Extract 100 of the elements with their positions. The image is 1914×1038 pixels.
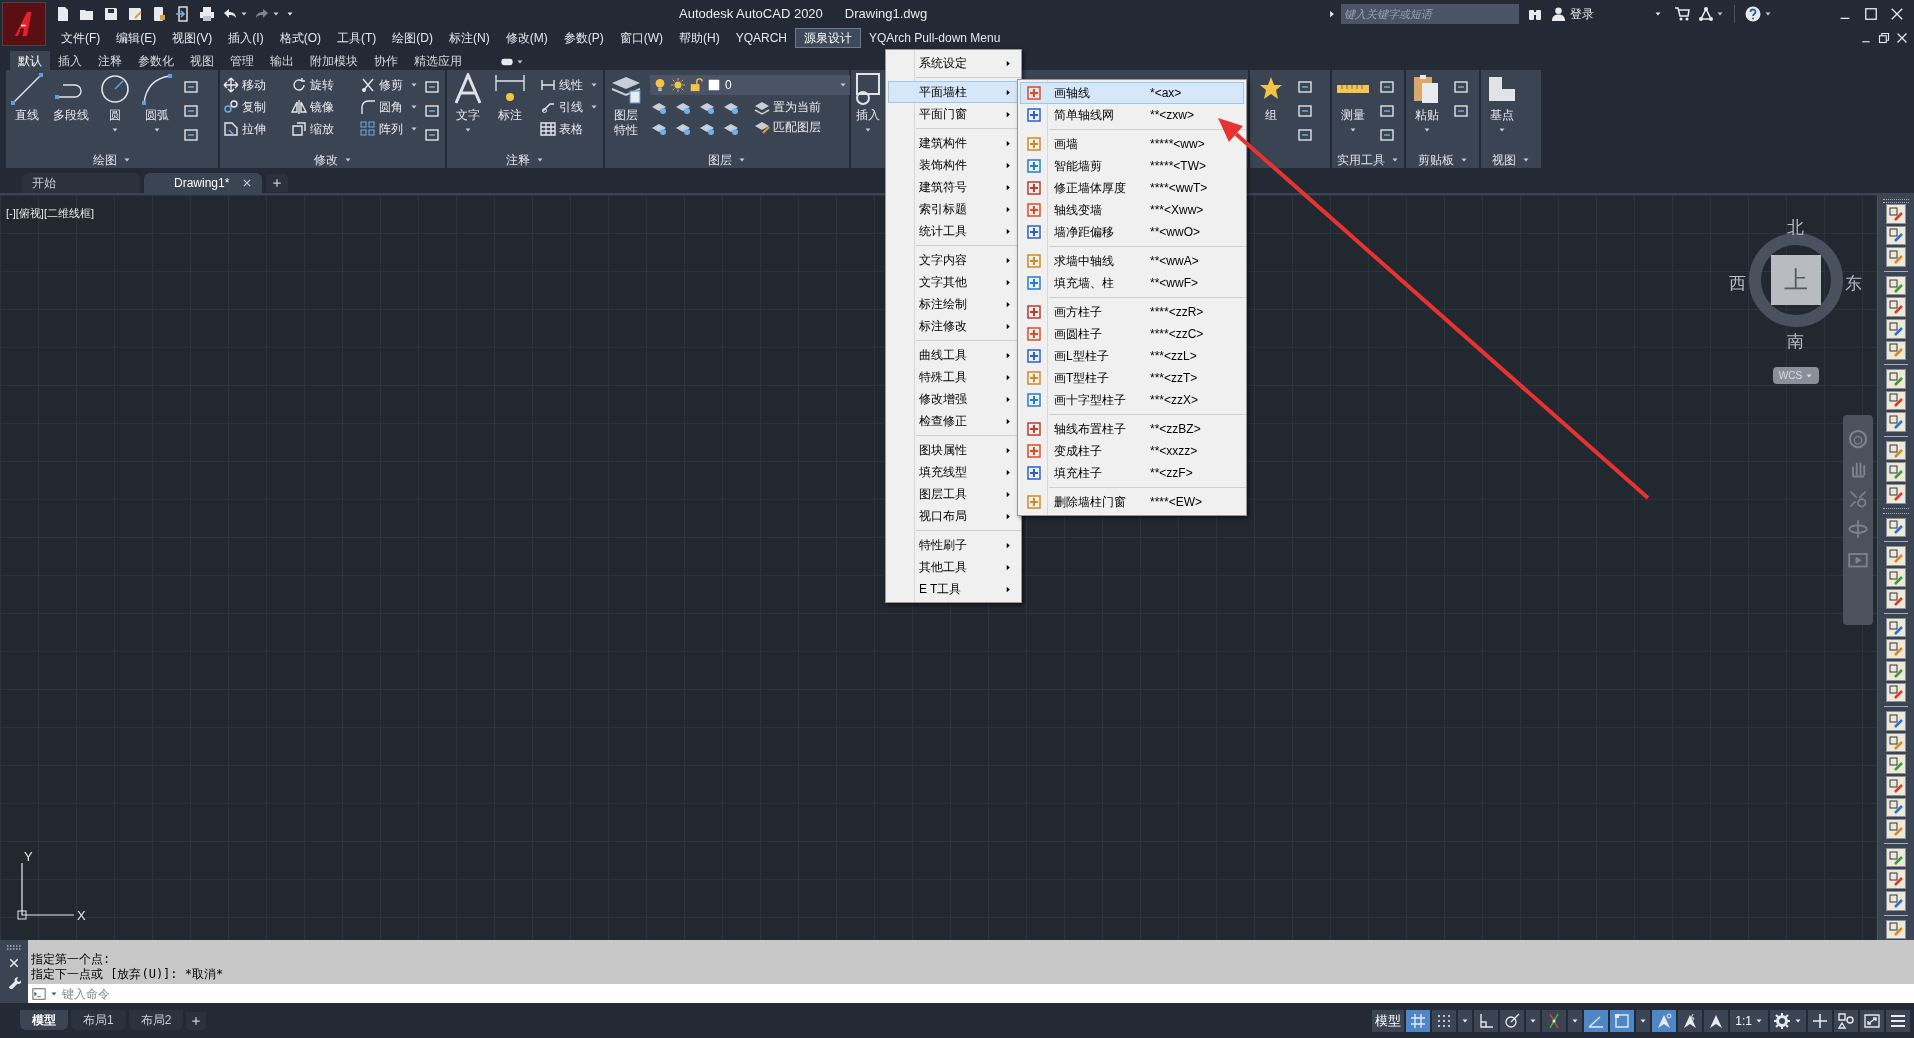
menu-item[interactable]: 平面墙柱 <box>888 81 1019 103</box>
viewport-controls[interactable]: [-][俯视][二维线框] <box>6 205 94 222</box>
search-field[interactable]: 键入关键字或短语 <box>1341 3 1519 24</box>
layout-tab[interactable]: 布局2 <box>128 1010 184 1030</box>
compass-east[interactable]: 东 <box>1845 271 1862 297</box>
menu-item[interactable]: 画圆柱子 ****<zzC> <box>1020 323 1244 345</box>
toolbar-button[interactable] <box>1886 711 1906 731</box>
ribbon-tab[interactable]: 插入 <box>50 51 90 70</box>
ribbon-large-button[interactable]: 圆 <box>97 70 133 151</box>
menu-item[interactable]: 特性刷子 <box>888 534 1019 556</box>
ribbon-tab[interactable]: 参数化 <box>130 51 182 70</box>
menu-item[interactable]: 修改增强 <box>888 388 1019 410</box>
toolbar-button[interactable] <box>1886 682 1906 703</box>
menu-bar-item[interactable]: 窗口(W) <box>611 28 671 48</box>
toolbar-button[interactable] <box>1886 776 1906 796</box>
menu-item[interactable]: 文字内容 <box>888 249 1019 271</box>
status-toggle-button[interactable] <box>1542 1009 1567 1032</box>
menu-item[interactable]: 系统设定 <box>888 52 1019 74</box>
toolbar-button[interactable] <box>1886 617 1906 638</box>
isolate-objects-button[interactable] <box>1834 1009 1858 1032</box>
status-toggle-button[interactable] <box>1406 1009 1431 1032</box>
customize-menu-button[interactable] <box>1886 1009 1910 1032</box>
toolbar-button[interactable] <box>1886 275 1906 296</box>
toolbar-button[interactable] <box>1886 412 1906 432</box>
status-toggle-button[interactable] <box>1652 1009 1677 1032</box>
menu-bar-item[interactable]: 格式(O) <box>271 28 329 48</box>
menu-bar-item[interactable]: 标注(N) <box>441 28 498 48</box>
toolbar-button[interactable] <box>1886 732 1906 753</box>
ribbon-small-button[interactable]: 旋转 <box>291 75 348 95</box>
toolbar-button[interactable] <box>1886 203 1906 224</box>
toolbar-button[interactable] <box>1886 390 1906 411</box>
model-space-button[interactable]: 模型 <box>1372 1009 1405 1032</box>
toolbar-button[interactable] <box>1886 847 1906 868</box>
status-toggle-button[interactable] <box>1704 1009 1729 1032</box>
status-toggle-button[interactable] <box>1500 1009 1525 1032</box>
menu-item[interactable]: 填充柱子 **<zzF> <box>1020 462 1244 484</box>
menu-item[interactable]: 填充线型 <box>888 461 1019 483</box>
quick-access-button[interactable] <box>198 4 216 23</box>
ribbon-tab[interactable]: 默认 <box>10 51 50 70</box>
menu-bar-item[interactable]: 参数(P) <box>555 28 612 48</box>
menu-item[interactable]: 建筑符号 <box>888 176 1019 198</box>
toolbar-button[interactable] <box>1886 484 1906 504</box>
ribbon-tab[interactable]: 协作 <box>366 51 406 70</box>
new-tab-button[interactable] <box>266 174 288 192</box>
ribbon-large-button[interactable]: 粘贴 <box>1409 70 1445 151</box>
new-layout-button[interactable] <box>186 1012 207 1030</box>
ribbon-small-button[interactable]: 线性 <box>540 75 598 95</box>
toolbar-button[interactable] <box>1886 297 1906 317</box>
ribbon-large-button[interactable]: 圆弧 <box>139 70 175 151</box>
menu-item[interactable]: 画十字型柱子 ***<zzX> <box>1020 389 1244 411</box>
sign-in-button[interactable]: 登录 <box>1551 4 1594 23</box>
application-menu-button[interactable] <box>2 2 46 46</box>
ribbon-tab[interactable]: 输出 <box>262 51 302 70</box>
menu-item[interactable]: 图层工具 <box>888 483 1019 505</box>
menu-item[interactable]: 填充墙、柱 **<wwF> <box>1020 272 1244 294</box>
menu-item[interactable]: 标注绘制 <box>888 293 1019 315</box>
menu-item[interactable]: 检查修正 <box>888 410 1019 432</box>
menu-item[interactable]: 标注修改 <box>888 315 1019 337</box>
ribbon-tab[interactable]: 附加模块 <box>302 51 366 70</box>
panel-icon[interactable] <box>500 58 514 66</box>
toolbar-button[interactable] <box>1886 340 1906 361</box>
wrench-icon[interactable] <box>7 975 21 989</box>
menu-bar-item[interactable]: 工具(T) <box>329 28 385 48</box>
menu-item[interactable]: 画方柱子 ****<zzR> <box>1020 301 1244 323</box>
menu-bar-item[interactable]: 修改(M) <box>497 28 556 48</box>
ribbon-large-button[interactable]: 图层特性 <box>608 70 644 151</box>
menu-item[interactable]: 建筑构件 <box>888 132 1019 154</box>
ribbon-large-button[interactable]: 直线 <box>9 70 45 151</box>
maximize-icon[interactable] <box>1864 6 1878 21</box>
menu-bar-item[interactable]: 源泉设计 <box>795 28 861 48</box>
toolbar-button[interactable] <box>1886 567 1906 588</box>
help-button[interactable] <box>1745 5 1772 22</box>
status-toggle-button[interactable] <box>1678 1009 1703 1032</box>
document-tab[interactable]: 开始 <box>22 173 140 193</box>
connect-button[interactable] <box>1698 5 1724 22</box>
layer-dropdown[interactable]: 0 <box>650 75 850 95</box>
ribbon-small-button[interactable]: 匹配图层 <box>754 117 821 137</box>
ribbon-large-button[interactable]: 多段线 <box>51 70 91 151</box>
menu-item[interactable]: 图块属性 <box>888 439 1019 461</box>
menu-item[interactable]: 画L型柱子 ***<zzL> <box>1020 345 1244 367</box>
menu-bar-item[interactable]: 视图(V) <box>164 28 221 48</box>
menu-item[interactable]: 智能墙剪 *****<TW> <box>1020 155 1244 177</box>
menu-item[interactable]: 简单轴线网 **<zxw> <box>1020 104 1244 126</box>
annotation-scale-button[interactable]: 1:1 <box>1730 1009 1768 1032</box>
menu-item[interactable]: 统计工具 <box>888 220 1019 242</box>
menu-item[interactable]: 索引标题 <box>888 198 1019 220</box>
ribbon-small-button[interactable]: 镜像 <box>291 97 348 117</box>
menu-bar-item[interactable]: 文件(F) <box>53 28 109 48</box>
toolbar-button[interactable] <box>1886 589 1906 609</box>
menu-item[interactable]: 装饰构件 <box>888 154 1019 176</box>
menu-item[interactable]: 曲线工具 <box>888 344 1019 366</box>
toolbar-button[interactable] <box>1886 919 1906 940</box>
menu-bar-item[interactable]: 插入(I) <box>220 28 272 48</box>
ribbon-large-button[interactable]: 文字 <box>450 70 486 151</box>
menu-bar-item[interactable]: YQArch Pull-down Menu <box>861 28 1009 48</box>
crosshair-button[interactable] <box>1808 1009 1832 1032</box>
menu-item[interactable]: 特殊工具 <box>888 366 1019 388</box>
ribbon-small-button[interactable]: 移动 <box>223 75 280 95</box>
ribbon-tab[interactable]: 注释 <box>90 51 130 70</box>
ribbon-small-button[interactable]: 拉伸 <box>223 119 280 139</box>
